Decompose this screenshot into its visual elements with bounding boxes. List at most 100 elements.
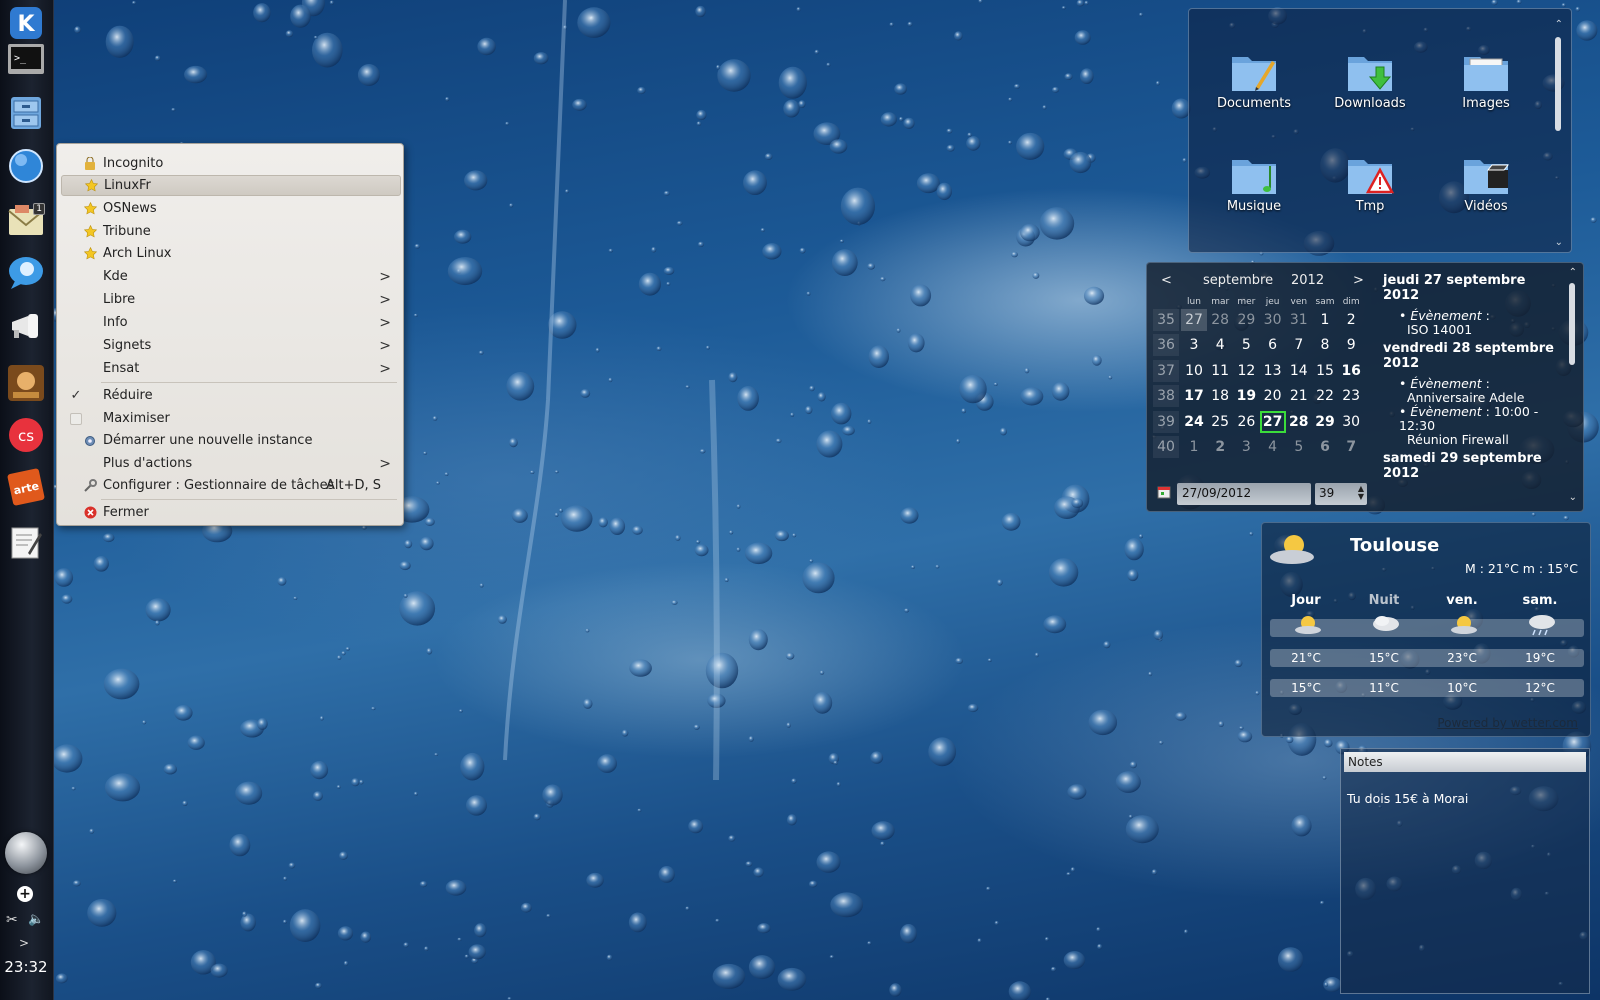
calendar-day[interactable]: 7 [1338,436,1364,458]
calendar-day[interactable]: 23 [1338,385,1364,407]
arte-launcher[interactable]: arte [5,466,47,508]
event-item[interactable]: • Évènement : 10:00 - 12:30 Réunion Firew… [1399,405,1565,447]
calendar-day[interactable]: 3 [1181,334,1207,356]
menu-item-incognito[interactable]: Incognito [61,153,401,174]
menu-item-kde[interactable]: Kde > [61,266,401,287]
panel-clock[interactable]: 23:32 [0,958,52,976]
calendar-day[interactable]: 6 [1312,436,1338,458]
menu-item-maximize[interactable]: Maximiser [61,408,401,429]
menu-item-ensat[interactable]: Ensat > [61,358,401,379]
calendar-day[interactable]: 27 [1181,309,1207,331]
web-browser-launcher[interactable] [5,145,47,187]
scissors-icon[interactable]: ✂ [6,912,18,928]
menu-item-configure[interactable]: Configurer : Gestionnaire de tâches Alt+… [61,475,401,496]
calendar-day[interactable]: 15 [1312,360,1338,382]
calendar-day[interactable]: 16 [1338,360,1364,382]
calendar-day[interactable]: 17 [1181,385,1207,407]
menu-item-linuxfr[interactable]: LinuxFr [61,175,401,196]
scroll-down-arrow-icon[interactable]: ⌄ [1555,237,1563,248]
calendar-day[interactable]: 5 [1233,334,1259,356]
calendar-day[interactable]: 7 [1286,334,1312,356]
calendar-day[interactable]: 6 [1260,334,1286,356]
events-scrollbar[interactable] [1569,283,1575,365]
add-widgets-icon[interactable]: + [17,886,33,902]
menu-item-info[interactable]: Info > [61,312,401,333]
weather-provider-link[interactable]: Powered by wetter.com [1437,716,1578,730]
dashboard-orb-button[interactable] [5,832,47,874]
menu-item-libre[interactable]: Libre > [61,289,401,310]
calendar-day[interactable]: 28 [1207,309,1233,331]
menu-item-reduce[interactable]: ✓ Réduire [61,385,401,406]
file-manager-launcher[interactable] [5,92,47,134]
calendar-day[interactable]: 12 [1233,360,1259,382]
menu-item-tribune[interactable]: Tribune [61,221,401,242]
spin-arrows-icon[interactable]: ▲ ▼ [1358,485,1364,501]
folder-scrollbar[interactable] [1555,37,1561,131]
calendar-day[interactable]: 22 [1312,385,1338,407]
mail-launcher[interactable]: 1 [5,200,47,242]
menu-item-signets[interactable]: Signets > [61,335,401,356]
calendar-day[interactable]: 11 [1207,360,1233,382]
calendar-day[interactable]: 8 [1312,334,1338,356]
calendar-day[interactable]: 9 [1338,334,1364,356]
calendar-day[interactable]: 13 [1260,360,1286,382]
calendar-day[interactable]: 26 [1233,411,1259,433]
calendar-prev-button[interactable]: < [1161,273,1172,288]
calendar-year[interactable]: 2012 [1291,273,1324,288]
menu-item-new-instance[interactable]: Démarrer une nouvelle instance [61,430,401,451]
calendar-day[interactable]: 30 [1338,411,1364,433]
calendar-day[interactable]: 2 [1338,309,1364,331]
calendar-day[interactable]: 14 [1286,360,1312,382]
event-item[interactable]: • Évènement : ISO 14001 [1399,309,1565,337]
terminal-launcher[interactable]: >_ [5,38,47,80]
calendar-day[interactable]: 2 [1207,436,1233,458]
menu-item-arch-linux[interactable]: Arch Linux [61,243,401,264]
text-editor-launcher[interactable] [5,522,47,564]
calendar-day[interactable]: 21 [1286,385,1312,407]
week-number-spinbox[interactable]: 39 ▲ ▼ [1315,483,1367,505]
calendar-day[interactable]: 24 [1181,411,1207,433]
folder-musique[interactable]: Musique [1209,152,1299,214]
event-item[interactable]: • Évènement : Anniversaire Adele [1399,377,1565,405]
folder-documents[interactable]: Documents [1209,49,1299,111]
game-launcher[interactable] [5,362,47,404]
date-input[interactable]: 27/09/2012 [1177,483,1311,505]
calendar-day[interactable]: 5 [1286,436,1312,458]
scroll-up-arrow-icon[interactable]: ⌃ [1569,267,1577,278]
calendar-day[interactable]: 31 [1286,309,1312,331]
calendar-day[interactable]: 18 [1207,385,1233,407]
calendar-day[interactable]: 20 [1260,385,1286,407]
chat-launcher[interactable] [5,252,47,294]
circle-app-launcher[interactable]: cs [5,414,47,456]
folder-images[interactable]: Images [1441,49,1531,111]
menu-item-more-actions[interactable]: Plus d'actions > [61,453,401,474]
calendar-day[interactable]: 29 [1312,411,1338,433]
notes-text-area[interactable]: Tu dois 15€ à Morai [1347,791,1468,806]
raindrop [868,345,889,369]
calendar-today-icon[interactable] [1157,485,1171,499]
calendar-next-button[interactable]: > [1353,273,1364,288]
folder-tmp[interactable]: Tmp [1325,152,1415,214]
calendar-day[interactable]: 4 [1207,334,1233,356]
calendar-day[interactable]: 27 [1259,410,1286,433]
folder-downloads[interactable]: Downloads [1325,49,1415,111]
calendar-month[interactable]: septembre [1203,273,1273,288]
calendar-day[interactable]: 4 [1260,436,1286,458]
calendar-day[interactable]: 30 [1260,309,1286,331]
calendar-day[interactable]: 29 [1233,309,1259,331]
scroll-down-arrow-icon[interactable]: ⌄ [1569,492,1577,503]
calendar-day[interactable]: 1 [1312,309,1338,331]
calendar-day[interactable]: 25 [1207,411,1233,433]
volume-icon[interactable]: 🔈 [28,912,44,927]
calendar-day[interactable]: 19 [1233,385,1259,407]
calendar-day[interactable]: 3 [1233,436,1259,458]
menu-item-osnews[interactable]: OSNews [61,198,401,219]
menu-item-close[interactable]: Fermer [61,502,401,523]
folder-videos[interactable]: Vidéos [1441,152,1531,214]
scroll-up-arrow-icon[interactable]: ⌃ [1555,19,1563,30]
announcer-launcher[interactable] [5,305,47,347]
tray-expand-button[interactable]: > [19,936,29,950]
calendar-day[interactable]: 28 [1286,411,1312,433]
calendar-day[interactable]: 1 [1181,436,1207,458]
calendar-day[interactable]: 10 [1181,360,1207,382]
